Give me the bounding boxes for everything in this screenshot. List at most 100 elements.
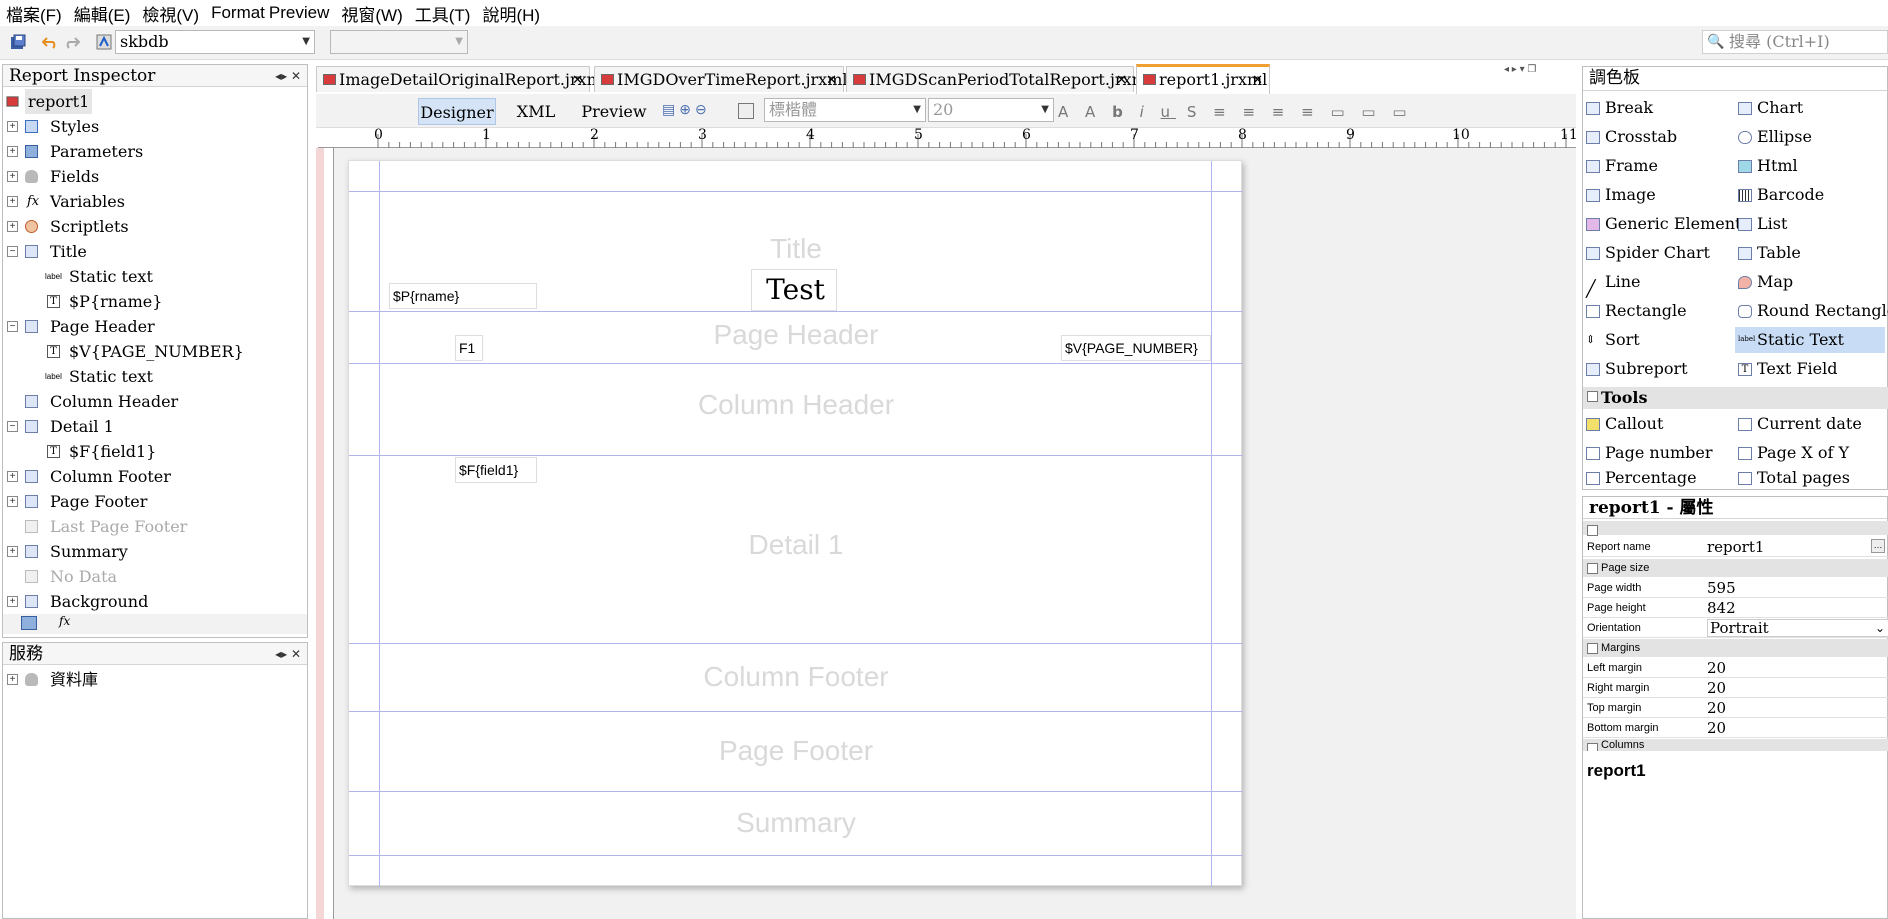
tree-item-fields[interactable]: + Fields — [3, 164, 307, 189]
expand-icon[interactable]: + — [7, 121, 18, 132]
menu-preview[interactable]: Preview — [267, 3, 335, 23]
close-icon[interactable]: ✕ — [572, 67, 583, 93]
prop-value[interactable]: 20 — [1707, 698, 1726, 718]
prop-value[interactable]: 20 — [1707, 718, 1726, 738]
menu-help[interactable]: 說明(H) — [476, 1, 546, 26]
menu-file[interactable]: 檔案(F) — [0, 1, 68, 26]
palette-rectangle[interactable]: Rectangle — [1583, 298, 1687, 324]
prop-group-columns[interactable]: Columns — [1583, 739, 1888, 751]
tree-item-background[interactable]: + Background — [3, 589, 307, 614]
prop-page-height[interactable]: Page height 842 — [1583, 598, 1888, 618]
page-number-text-field[interactable]: $V{PAGE_NUMBER} — [1061, 335, 1211, 361]
tree-item-page-footer[interactable]: + Page Footer — [3, 489, 307, 514]
expand-icon[interactable]: + — [7, 146, 18, 157]
panel-controls-icon[interactable]: ◂▸ ✕ — [275, 643, 301, 665]
tree-item-scriptlets[interactable]: + Scriptlets — [3, 214, 307, 239]
f1-static-text[interactable]: F1 — [455, 335, 483, 361]
tree-item-column-footer[interactable]: + Column Footer — [3, 464, 307, 489]
tab-scan-period[interactable]: IMGDScanPeriodTotalReport.jrxml ✕ — [846, 66, 1152, 93]
expand-icon[interactable]: + — [7, 596, 18, 607]
prop-bottom-margin[interactable]: Bottom margin 20 — [1583, 718, 1888, 738]
palette-percentage[interactable]: Percentage — [1583, 465, 1697, 489]
tree-item-report1[interactable]: report1 — [3, 89, 307, 114]
prop-orientation[interactable]: Orientation Portrait ⌄ — [1583, 618, 1888, 638]
tree-item-parameters[interactable]: + Parameters — [3, 139, 307, 164]
xml-tab[interactable]: XML — [508, 98, 564, 125]
ellipsis-button[interactable]: … — [1871, 539, 1885, 553]
test-static-text[interactable]: Test — [751, 269, 837, 311]
tree-item-variables[interactable]: + fx Variables — [3, 189, 307, 214]
variables-icon[interactable]: fx — [59, 614, 70, 628]
close-icon[interactable]: ✕ — [1116, 67, 1127, 93]
properties-group-toggle[interactable] — [1583, 521, 1888, 536]
font-size-select[interactable]: 20 ▼ — [928, 98, 1054, 122]
prop-group-margins[interactable]: Margins — [1583, 639, 1888, 657]
font-name-select[interactable]: 標楷體 ▼ — [764, 98, 926, 122]
palette-page-x-of-y[interactable]: Page X of Y — [1735, 440, 1849, 466]
palette-page-number[interactable]: Page number — [1583, 440, 1713, 466]
expand-icon[interactable]: + — [7, 171, 18, 182]
palette-generic-element[interactable]: Generic Element — [1583, 211, 1741, 237]
tools-section-header[interactable]: Tools — [1583, 387, 1888, 409]
language-select[interactable]: ▼ — [330, 30, 468, 54]
prop-report-name[interactable]: Report name report1… — [1583, 537, 1888, 557]
prop-value[interactable]: 595 — [1707, 578, 1736, 598]
datasource-select[interactable]: skbdb ▼ — [115, 30, 315, 54]
prop-value[interactable]: report1 — [1707, 537, 1764, 557]
expand-icon[interactable]: + — [7, 674, 18, 685]
zoom-tools-icon[interactable]: ▤⊕⊖ — [662, 101, 711, 118]
palette-ellipse[interactable]: Ellipse — [1735, 124, 1812, 150]
palette-barcode[interactable]: Barcode — [1735, 182, 1824, 208]
palette-text-field[interactable]: T Text Field — [1735, 356, 1837, 382]
tree-item-no-data[interactable]: No Data — [3, 564, 307, 589]
tree-item-page-header[interactable]: − Page Header — [3, 314, 307, 339]
expand-icon[interactable]: + — [7, 471, 18, 482]
palette-image[interactable]: Image — [1583, 182, 1656, 208]
undo-icon[interactable] — [42, 34, 58, 50]
palette-total-pages[interactable]: Total pages — [1735, 465, 1850, 489]
panel-controls-icon[interactable]: ◂▸ ✕ — [275, 65, 301, 87]
close-icon[interactable]: ✕ — [1252, 67, 1263, 93]
collapse-icon[interactable]: − — [7, 321, 18, 332]
prop-top-margin[interactable]: Top margin 20 — [1583, 698, 1888, 718]
palette-spider-chart[interactable]: Spider Chart — [1583, 240, 1710, 266]
palette-static-text[interactable]: label Static Text — [1735, 327, 1885, 353]
expand-icon[interactable]: + — [7, 546, 18, 557]
collapse-icon[interactable]: − — [7, 421, 18, 432]
tree-item-detail[interactable]: − Detail 1 — [3, 414, 307, 439]
redo-icon[interactable] — [64, 34, 80, 50]
palette-round-rectangle[interactable]: Round Rectangle — [1735, 298, 1888, 324]
prop-group-page-size[interactable]: Page size — [1583, 559, 1888, 577]
search-input[interactable]: 🔍 搜尋 (Ctrl+I) — [1702, 30, 1888, 54]
menu-tools[interactable]: 工具(T) — [409, 1, 477, 26]
tree-item-styles[interactable]: + Styles — [3, 114, 307, 139]
prop-page-width[interactable]: Page width 595 — [1583, 578, 1888, 598]
tab-report1[interactable]: report1.jrxml ✕ — [1136, 64, 1270, 94]
preview-tab[interactable]: Preview — [576, 98, 652, 125]
tree-item-title[interactable]: − Title — [3, 239, 307, 264]
tree-item-static-text-2[interactable]: label Static text — [3, 364, 307, 389]
tab-nav-icon[interactable]: ◂ ▸ ▾ ❐ — [1504, 64, 1536, 75]
save-all-icon[interactable] — [10, 34, 26, 50]
orientation-select[interactable]: Portrait — [1707, 619, 1888, 637]
prop-value[interactable]: 20 — [1707, 658, 1726, 678]
report-page[interactable]: Title Page Header Column Header Detail 1… — [348, 160, 1243, 887]
palette-list[interactable]: List — [1735, 211, 1787, 237]
prop-left-margin[interactable]: Left margin 20 — [1583, 658, 1888, 678]
palette-frame[interactable]: Frame — [1583, 153, 1658, 179]
rname-text-field[interactable]: $P{rname} — [389, 283, 537, 309]
palette-break[interactable]: Break — [1583, 95, 1653, 121]
parameters-icon[interactable] — [21, 616, 37, 630]
tree-item-last-page-footer[interactable]: Last Page Footer — [3, 514, 307, 539]
collapse-icon[interactable]: − — [7, 246, 18, 257]
designer-tab[interactable]: Designer — [418, 98, 496, 125]
prop-value[interactable]: 20 — [1707, 678, 1726, 698]
palette-subreport[interactable]: Subreport — [1583, 356, 1688, 382]
expand-icon[interactable]: + — [7, 496, 18, 507]
menu-view[interactable]: 檢視(V) — [136, 1, 205, 26]
close-icon[interactable]: ✕ — [826, 67, 837, 93]
paste-icon[interactable] — [738, 103, 754, 119]
palette-table[interactable]: Table — [1735, 240, 1801, 266]
tree-item-summary[interactable]: + Summary — [3, 539, 307, 564]
tab-image-detail[interactable]: ImageDetailOriginalReport.jrxml ✕ — [316, 66, 607, 93]
